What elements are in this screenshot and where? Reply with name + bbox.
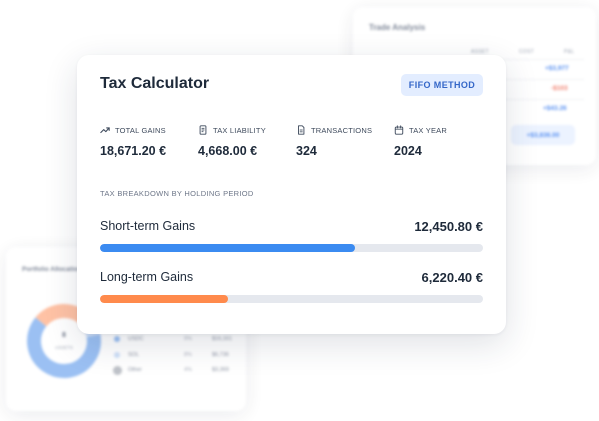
legend-amount: $3,369 [212, 367, 229, 373]
legend-name: SOL [128, 352, 140, 358]
stat-value: 324 [296, 144, 317, 158]
trade-card-title: Trade Analysis [369, 23, 426, 32]
trade-header-pnl: P&L [564, 49, 575, 55]
legend-item: Other 4% $3,369 [113, 364, 229, 376]
long-term-progress-fill [100, 295, 228, 303]
stat-value: 18,671.20 € [100, 144, 167, 158]
legend-color-dot [114, 352, 120, 358]
tax-calculator-card: Tax Calculator FIFO METHOD TOTAL GAINS 1… [77, 55, 506, 334]
legend-color-dot [113, 365, 122, 375]
legend-amount: $16,161 [212, 336, 232, 342]
breakdown-value: 12,450.80 € [414, 218, 483, 234]
breakdown-label: Short-term Gains [100, 219, 196, 233]
trade-value: +$3,977 [545, 65, 569, 72]
stat-value: 2024 [394, 144, 422, 158]
stat-label: TAX LIABILITY [213, 125, 266, 135]
breakdown-row-long-term: Long-term Gains 6,220.40 € [100, 269, 483, 285]
stat-transactions: TRANSACTIONS 324 [296, 124, 372, 158]
legend-item: USDC 9% $16,161 [114, 333, 232, 345]
breakdown-value: 6,220.40 € [421, 269, 483, 285]
trending-up-icon [100, 127, 110, 134]
long-term-progress-track [100, 295, 483, 303]
receipt-icon [199, 125, 207, 135]
legend-item: SOL 8% $6,736 [114, 349, 229, 361]
legend-name: USDC [128, 336, 144, 342]
legend-name: Other [128, 367, 142, 373]
stat-total-gains: TOTAL GAINS 18,671.20 € [100, 124, 167, 159]
breakdown-row-short-term: Short-term Gains 12,450.80 € [100, 218, 483, 234]
stat-tax-liability: TAX LIABILITY 4,668.00 € [198, 124, 266, 158]
trade-value: +$43.26 [543, 105, 567, 112]
donut-center-label: ASSETS [55, 345, 73, 350]
fifo-method-badge[interactable]: FIFO METHOD [401, 74, 483, 96]
calendar-icon [394, 125, 404, 135]
legend-percent: 8% [184, 352, 192, 358]
portfolio-card-title: Portfolio Allocation [22, 266, 82, 273]
short-term-progress-fill [100, 244, 356, 252]
legend-amount: $6,736 [212, 352, 229, 358]
trade-header-cost: COST [519, 49, 535, 55]
breakdown-section-label: TAX BREAKDOWN BY HOLDING PERIOD [100, 189, 254, 198]
document-icon [298, 125, 305, 135]
card-title: Tax Calculator [100, 75, 210, 92]
donut-center-value: 8 [62, 332, 66, 339]
breakdown-label: Long-term Gains [100, 270, 194, 284]
short-term-progress-track [100, 244, 483, 252]
trade-value: -$103 [551, 85, 568, 92]
trade-total-button[interactable]: +$3,836.00 [511, 125, 575, 145]
stat-label: TOTAL GAINS [115, 125, 166, 135]
stat-tax-year: TAX YEAR 2024 [394, 124, 447, 158]
stat-label: TRANSACTIONS [311, 125, 373, 135]
legend-color-dot [114, 336, 120, 342]
legend-percent: 4% [184, 367, 192, 373]
stat-label: TAX YEAR [409, 125, 448, 135]
stat-value: 4,668.00 € [198, 144, 258, 158]
legend-percent: 9% [184, 336, 192, 342]
